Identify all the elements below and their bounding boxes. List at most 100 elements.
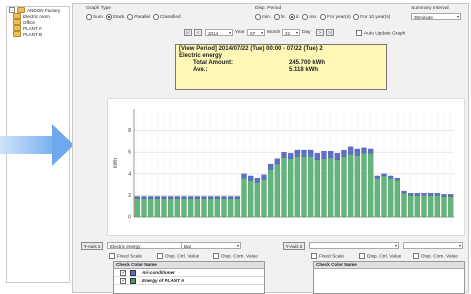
next-button[interactable]: > bbox=[316, 29, 324, 36]
bar-air-conditioner bbox=[368, 148, 374, 154]
bar-air-conditioner bbox=[448, 194, 454, 197]
summary-interval-label: Summary Interval bbox=[411, 6, 449, 11]
graph-kind-select[interactable]: Bar ▾ bbox=[181, 242, 241, 249]
series-list-2[interactable]: Check Color Name bbox=[313, 261, 465, 294]
last-button[interactable]: >| bbox=[326, 29, 334, 36]
bar-air-conditioner bbox=[148, 196, 154, 199]
bar-plant-a bbox=[408, 195, 414, 218]
row-checkbox[interactable]: ✓ bbox=[120, 269, 126, 276]
disp-com-checkbox-2[interactable]: Disp. Com. Value bbox=[413, 253, 458, 259]
radio-month[interactable]: mo. bbox=[302, 14, 317, 20]
bar-air-conditioner bbox=[281, 152, 287, 158]
series-list-header: Check Color Name bbox=[114, 262, 264, 269]
bar-plant-a bbox=[214, 198, 220, 218]
radio-classified[interactable]: Classified bbox=[152, 14, 181, 20]
bar-plant-a bbox=[448, 196, 454, 218]
chevron-down-icon: ▾ bbox=[295, 30, 298, 35]
list-item[interactable]: ✓ Energy of PLANT A bbox=[114, 277, 264, 285]
bar-air-conditioner bbox=[401, 190, 407, 194]
series-list-1[interactable]: Check Color Name ✓ Air-conditioner ✓ Energ… bbox=[113, 261, 265, 294]
bar-air-conditioner bbox=[174, 196, 180, 199]
bar-plant-a bbox=[254, 182, 260, 218]
bar-air-conditioner bbox=[328, 150, 334, 158]
bar-air-conditioner bbox=[341, 149, 347, 157]
bar-plant-a bbox=[281, 157, 287, 218]
bar-air-conditioner bbox=[201, 196, 207, 199]
bar-air-conditioner bbox=[268, 163, 274, 170]
bar-air-conditioner bbox=[234, 196, 240, 199]
day-select[interactable]: 22 ▾ bbox=[282, 29, 300, 36]
bar-plant-a bbox=[301, 156, 307, 218]
bar-plant-a bbox=[134, 198, 140, 218]
radio-10year[interactable]: For 10 year(s) bbox=[353, 14, 390, 20]
list-item[interactable]: ✓ Air-conditioner bbox=[114, 269, 264, 277]
chevron-down-icon: ▾ bbox=[236, 243, 239, 248]
y-axis-label: kWh bbox=[113, 158, 119, 168]
info-avg-row: Ave.: 5.118 kWh bbox=[193, 67, 319, 73]
bar-plant-a bbox=[388, 177, 394, 218]
chart-area: 0 2 4 6 8 kWh bbox=[107, 98, 465, 236]
bar-air-conditioner bbox=[154, 196, 160, 199]
fixed-scale-checkbox-2[interactable]: Fixed Scale bbox=[311, 253, 344, 259]
bar-air-conditioner bbox=[381, 173, 387, 177]
bar-air-conditioner bbox=[194, 196, 200, 199]
tree-item-plant-b[interactable]: PLANT B bbox=[7, 31, 69, 37]
auto-update-checkbox[interactable]: Auto Update Graph bbox=[356, 30, 405, 36]
disp-ctrl-checkbox-1[interactable]: Disp. Ctrl. Value bbox=[157, 253, 199, 259]
bar-plant-a bbox=[148, 198, 154, 218]
radio-hr[interactable]: hr. bbox=[273, 14, 286, 20]
disp-ctrl-checkbox-2[interactable]: Disp. Ctrl. Value bbox=[359, 253, 401, 259]
view-period-text: [View Period] 2014/07/22 (Tue) 00:00 - 0… bbox=[179, 46, 323, 52]
year-select[interactable]: 2014 ▾ bbox=[205, 29, 233, 36]
graph-kind-select-2[interactable]: ▾ bbox=[403, 242, 463, 249]
bar-plant-a bbox=[174, 198, 180, 218]
row-checkbox[interactable]: ✓ bbox=[120, 277, 126, 284]
bar-air-conditioner bbox=[168, 196, 174, 199]
bar-air-conditioner bbox=[434, 193, 440, 196]
bar-plant-a bbox=[394, 180, 400, 218]
bar-air-conditioner bbox=[228, 196, 234, 199]
bar-air-conditioner bbox=[388, 175, 394, 179]
bar-air-conditioner bbox=[241, 173, 247, 179]
prev-button[interactable]: < bbox=[194, 29, 202, 36]
bar-plant-a bbox=[181, 198, 187, 218]
bar-chart: 0 2 4 6 8 kWh bbox=[113, 109, 454, 221]
bar-plant-a bbox=[414, 195, 420, 218]
chevron-down-icon: ▾ bbox=[456, 14, 459, 19]
y-axis2-button[interactable]: Y-Axis 2 bbox=[283, 242, 305, 250]
radio-stack[interactable]: Stack bbox=[105, 14, 125, 20]
bar-plant-a bbox=[154, 198, 160, 218]
bar-plant-a bbox=[401, 193, 407, 218]
month-select[interactable]: 07 ▾ bbox=[247, 29, 265, 36]
bar-air-conditioner bbox=[141, 196, 147, 199]
summary-interval-select[interactable]: 30minute ▾ bbox=[411, 13, 461, 20]
bar-plant-a bbox=[354, 155, 360, 218]
view-period-info: [View Period] 2014/07/22 (Tue) 00:00 - 0… bbox=[175, 44, 387, 90]
bar-plant-a bbox=[241, 177, 247, 218]
chevron-down-icon: ▾ bbox=[394, 243, 397, 248]
disp-com-checkbox-1[interactable]: Disp. Com. Value bbox=[213, 253, 258, 259]
bar-air-conditioner bbox=[261, 174, 267, 180]
radio-min[interactable]: min. bbox=[255, 14, 271, 20]
graph-type-label: Graph Type bbox=[86, 6, 111, 11]
bar-air-conditioner bbox=[361, 147, 367, 154]
year-label: Year bbox=[235, 30, 245, 35]
bar-plant-a bbox=[234, 198, 240, 218]
bar-air-conditioner bbox=[188, 196, 194, 199]
bar-air-conditioner bbox=[414, 193, 420, 196]
folder-icon bbox=[13, 31, 21, 37]
radio-parallel[interactable]: Parallel bbox=[127, 14, 150, 20]
day-label: Day bbox=[302, 30, 311, 35]
bar-plant-a bbox=[314, 159, 320, 218]
radio-sum[interactable]: Sum bbox=[86, 14, 103, 20]
radio-day[interactable]: d. bbox=[288, 14, 300, 20]
fixed-scale-checkbox-1[interactable]: Fixed Scale bbox=[109, 253, 142, 259]
bar-plant-a bbox=[221, 198, 227, 218]
bar-air-conditioner bbox=[208, 196, 214, 199]
bar-air-conditioner bbox=[374, 175, 380, 179]
first-button[interactable]: |< bbox=[184, 29, 192, 36]
item-select-2[interactable]: ▾ bbox=[309, 242, 399, 249]
y-axis1-button[interactable]: Y-Axis 1 bbox=[81, 242, 103, 250]
bar-plant-a bbox=[261, 179, 267, 218]
radio-year[interactable]: For year(s) bbox=[320, 14, 351, 20]
